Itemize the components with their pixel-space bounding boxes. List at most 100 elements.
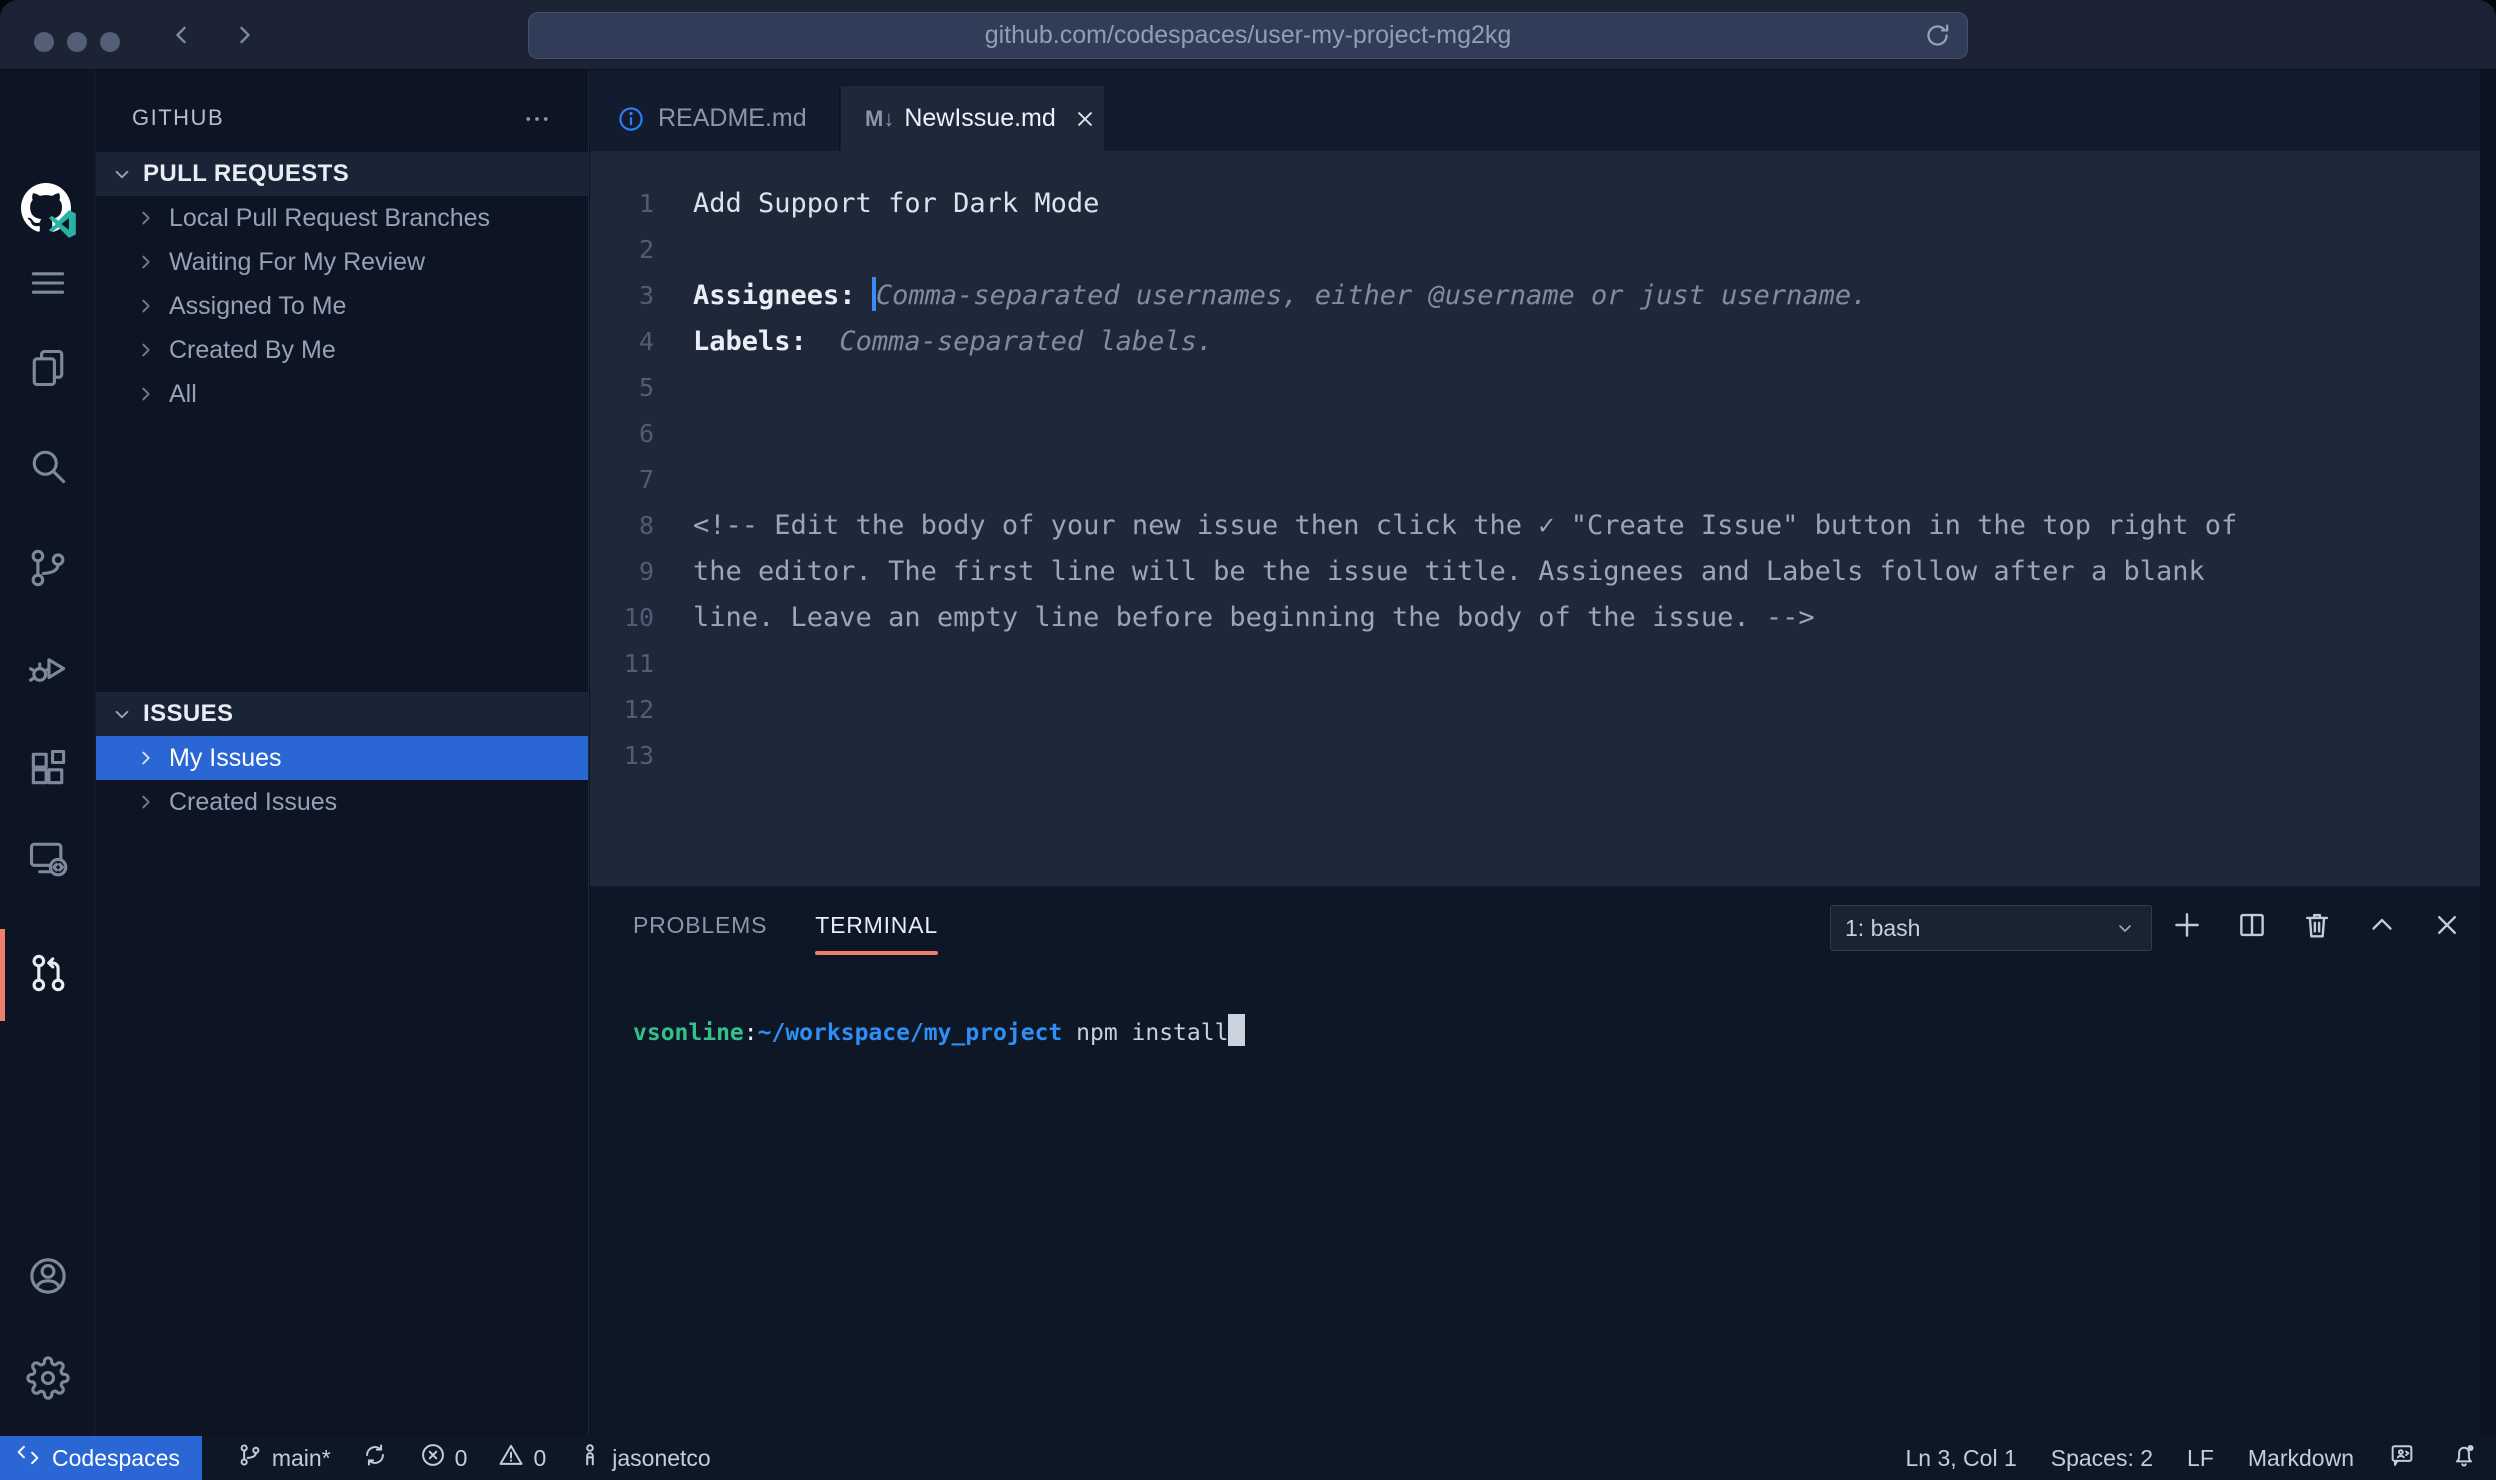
- codespaces-window: github.com/codespaces/user-my-project-mg…: [0, 0, 2496, 1480]
- tree-item-assigned-to-me[interactable]: Assigned To Me: [96, 284, 588, 328]
- plus-icon[interactable]: [2170, 908, 2204, 947]
- status-eol[interactable]: LF: [2187, 1445, 2214, 1472]
- feedback-icon: [2388, 1441, 2416, 1475]
- editor-line[interactable]: 10line. Leave an empty line before begin…: [590, 595, 2480, 641]
- reload-icon[interactable]: [1922, 20, 1953, 51]
- editor-line[interactable]: 3Assignees: Comma-separated usernames, e…: [590, 273, 2480, 319]
- status-errors[interactable]: 0: [419, 1441, 468, 1475]
- terminal-shell-label: 1: bash: [1845, 915, 1920, 942]
- editor-line[interactable]: 7: [590, 457, 2480, 503]
- editor-line[interactable]: 11: [590, 641, 2480, 687]
- bell-dot-icon: [2450, 1441, 2478, 1475]
- branch-icon: [236, 1441, 264, 1475]
- activity-bar-item-source-control[interactable]: [0, 530, 95, 610]
- status-indentation[interactable]: Spaces: 2: [2051, 1445, 2153, 1472]
- editor-line[interactable]: 4Labels: Comma-separated labels.: [590, 319, 2480, 365]
- tree-item-created-issues[interactable]: Created Issues: [96, 780, 588, 824]
- close-window-button[interactable]: [34, 32, 54, 52]
- tree-item-created-by-me[interactable]: Created By Me: [96, 328, 588, 372]
- warning-icon: [497, 1441, 525, 1475]
- scrollbar-gutter: [2480, 70, 2496, 1436]
- editor-group: README.mdM↓NewIssue.md 1Add Support for …: [590, 70, 2480, 1436]
- github-logo-icon: [21, 183, 75, 237]
- more-actions-icon[interactable]: [522, 104, 552, 134]
- trash-icon[interactable]: [2300, 908, 2334, 947]
- editor-line[interactable]: 8<!-- Edit the body of your new issue th…: [590, 503, 2480, 549]
- terminal-shell-select[interactable]: 1: bash: [1830, 905, 2152, 951]
- tab-readme.md[interactable]: README.md: [590, 86, 840, 151]
- status-sync[interactable]: [361, 1441, 389, 1475]
- status-github-user[interactable]: jasonetco: [576, 1441, 710, 1475]
- line-number: 4: [590, 319, 654, 365]
- sidebar-title: GITHUB: [132, 105, 224, 131]
- status-notifications[interactable]: [2450, 1441, 2478, 1475]
- editor-line[interactable]: 2: [590, 227, 2480, 273]
- status-feedback[interactable]: [2388, 1441, 2416, 1475]
- activity-bar-item-github-codespaces-logo[interactable]: [0, 170, 95, 250]
- maximize-window-button[interactable]: [100, 32, 120, 52]
- activity-bar-item-settings[interactable]: [0, 1340, 95, 1420]
- panel-tab-problems[interactable]: PROBLEMS: [633, 912, 767, 955]
- files-icon: [26, 346, 70, 395]
- minimize-window-button[interactable]: [67, 32, 87, 52]
- editor[interactable]: 1Add Support for Dark Mode23Assignees: C…: [590, 151, 2480, 885]
- section-header-issues[interactable]: ISSUES: [96, 692, 588, 736]
- activity-bar-item-run-debug[interactable]: [0, 630, 95, 710]
- source-control-icon: [26, 546, 70, 595]
- section-header-pull-requests[interactable]: PULL REQUESTS: [96, 152, 588, 196]
- line-number: 11: [590, 641, 654, 687]
- search-icon: [26, 444, 70, 493]
- activity-bar-item-account[interactable]: [0, 1238, 95, 1318]
- person-icon: [576, 1441, 604, 1475]
- pull-request-icon: [26, 951, 70, 1000]
- activity-bar-item-search[interactable]: [0, 428, 95, 508]
- browser-back-button[interactable]: [164, 18, 198, 52]
- tree-item-my-issues[interactable]: My Issues: [96, 736, 588, 780]
- line-number: 7: [590, 457, 654, 503]
- gear-icon: [26, 1356, 70, 1405]
- editor-line[interactable]: 6: [590, 411, 2480, 457]
- tree-item-local-pull-request-branches[interactable]: Local Pull Request Branches: [96, 196, 588, 240]
- split-icon[interactable]: [2235, 908, 2269, 947]
- line-number: 6: [590, 411, 654, 457]
- close-icon[interactable]: [2430, 908, 2464, 947]
- status-bar: Codespaces main* 00 jasonetco Ln 3, Col 1 Sp…: [0, 1436, 2496, 1480]
- chevron-up-icon[interactable]: [2365, 908, 2399, 947]
- address-bar[interactable]: github.com/codespaces/user-my-project-mg…: [528, 12, 1968, 59]
- line-number: 8: [590, 503, 654, 549]
- line-number: 10: [590, 595, 654, 641]
- address-bar-url: github.com/codespaces/user-my-project-mg…: [985, 21, 1512, 50]
- tree-item-all[interactable]: All: [96, 372, 588, 416]
- browser-chrome: github.com/codespaces/user-my-project-mg…: [0, 0, 2496, 70]
- tab-newissue.md[interactable]: M↓NewIssue.md: [841, 86, 1104, 151]
- activity-bar-item-menu[interactable]: [0, 245, 95, 325]
- status-cursor-position[interactable]: Ln 3, Col 1: [1906, 1445, 2017, 1472]
- editor-line[interactable]: 12: [590, 687, 2480, 733]
- github-sidebar: GITHUB PULL REQUESTSLocal Pull Request B…: [96, 70, 589, 1436]
- panel-tab-terminal[interactable]: TERMINAL: [815, 912, 938, 955]
- activity-bar-item-remote-explorer[interactable]: [0, 820, 95, 900]
- terminal[interactable]: vsonline:~/workspace/my_project npm inst…: [633, 1014, 1245, 1046]
- editor-line[interactable]: 5: [590, 365, 2480, 411]
- markdown-icon: M↓: [865, 106, 894, 132]
- activity-bar-item-explorer[interactable]: [0, 330, 95, 410]
- account-icon: [26, 1254, 70, 1303]
- window-controls: [34, 32, 120, 52]
- activity-bar-item-github-pull-requests[interactable]: [0, 935, 95, 1015]
- activity-bar-item-extensions[interactable]: [0, 730, 95, 810]
- status-language-mode[interactable]: Markdown: [2248, 1445, 2354, 1472]
- tree-item-waiting-for-my-review[interactable]: Waiting For My Review: [96, 240, 588, 284]
- editor-line[interactable]: 1Add Support for Dark Mode: [590, 181, 2480, 227]
- tab-bar: README.mdM↓NewIssue.md: [590, 70, 2480, 151]
- status-git-branch[interactable]: main*: [236, 1441, 331, 1475]
- editor-line[interactable]: 13: [590, 733, 2480, 779]
- extensions-icon: [26, 746, 70, 795]
- line-number: 3: [590, 273, 654, 319]
- close-icon[interactable]: [1072, 106, 1098, 132]
- bottom-panel: PROBLEMS TERMINAL 1: bash vsonline:~/work…: [590, 885, 2480, 1436]
- status-warnings[interactable]: 0: [497, 1441, 546, 1475]
- browser-forward-button[interactable]: [228, 18, 262, 52]
- editor-line[interactable]: 9the editor. The first line will be the …: [590, 549, 2480, 595]
- line-number: 12: [590, 687, 654, 733]
- status-codespaces-remote[interactable]: Codespaces: [0, 1436, 202, 1480]
